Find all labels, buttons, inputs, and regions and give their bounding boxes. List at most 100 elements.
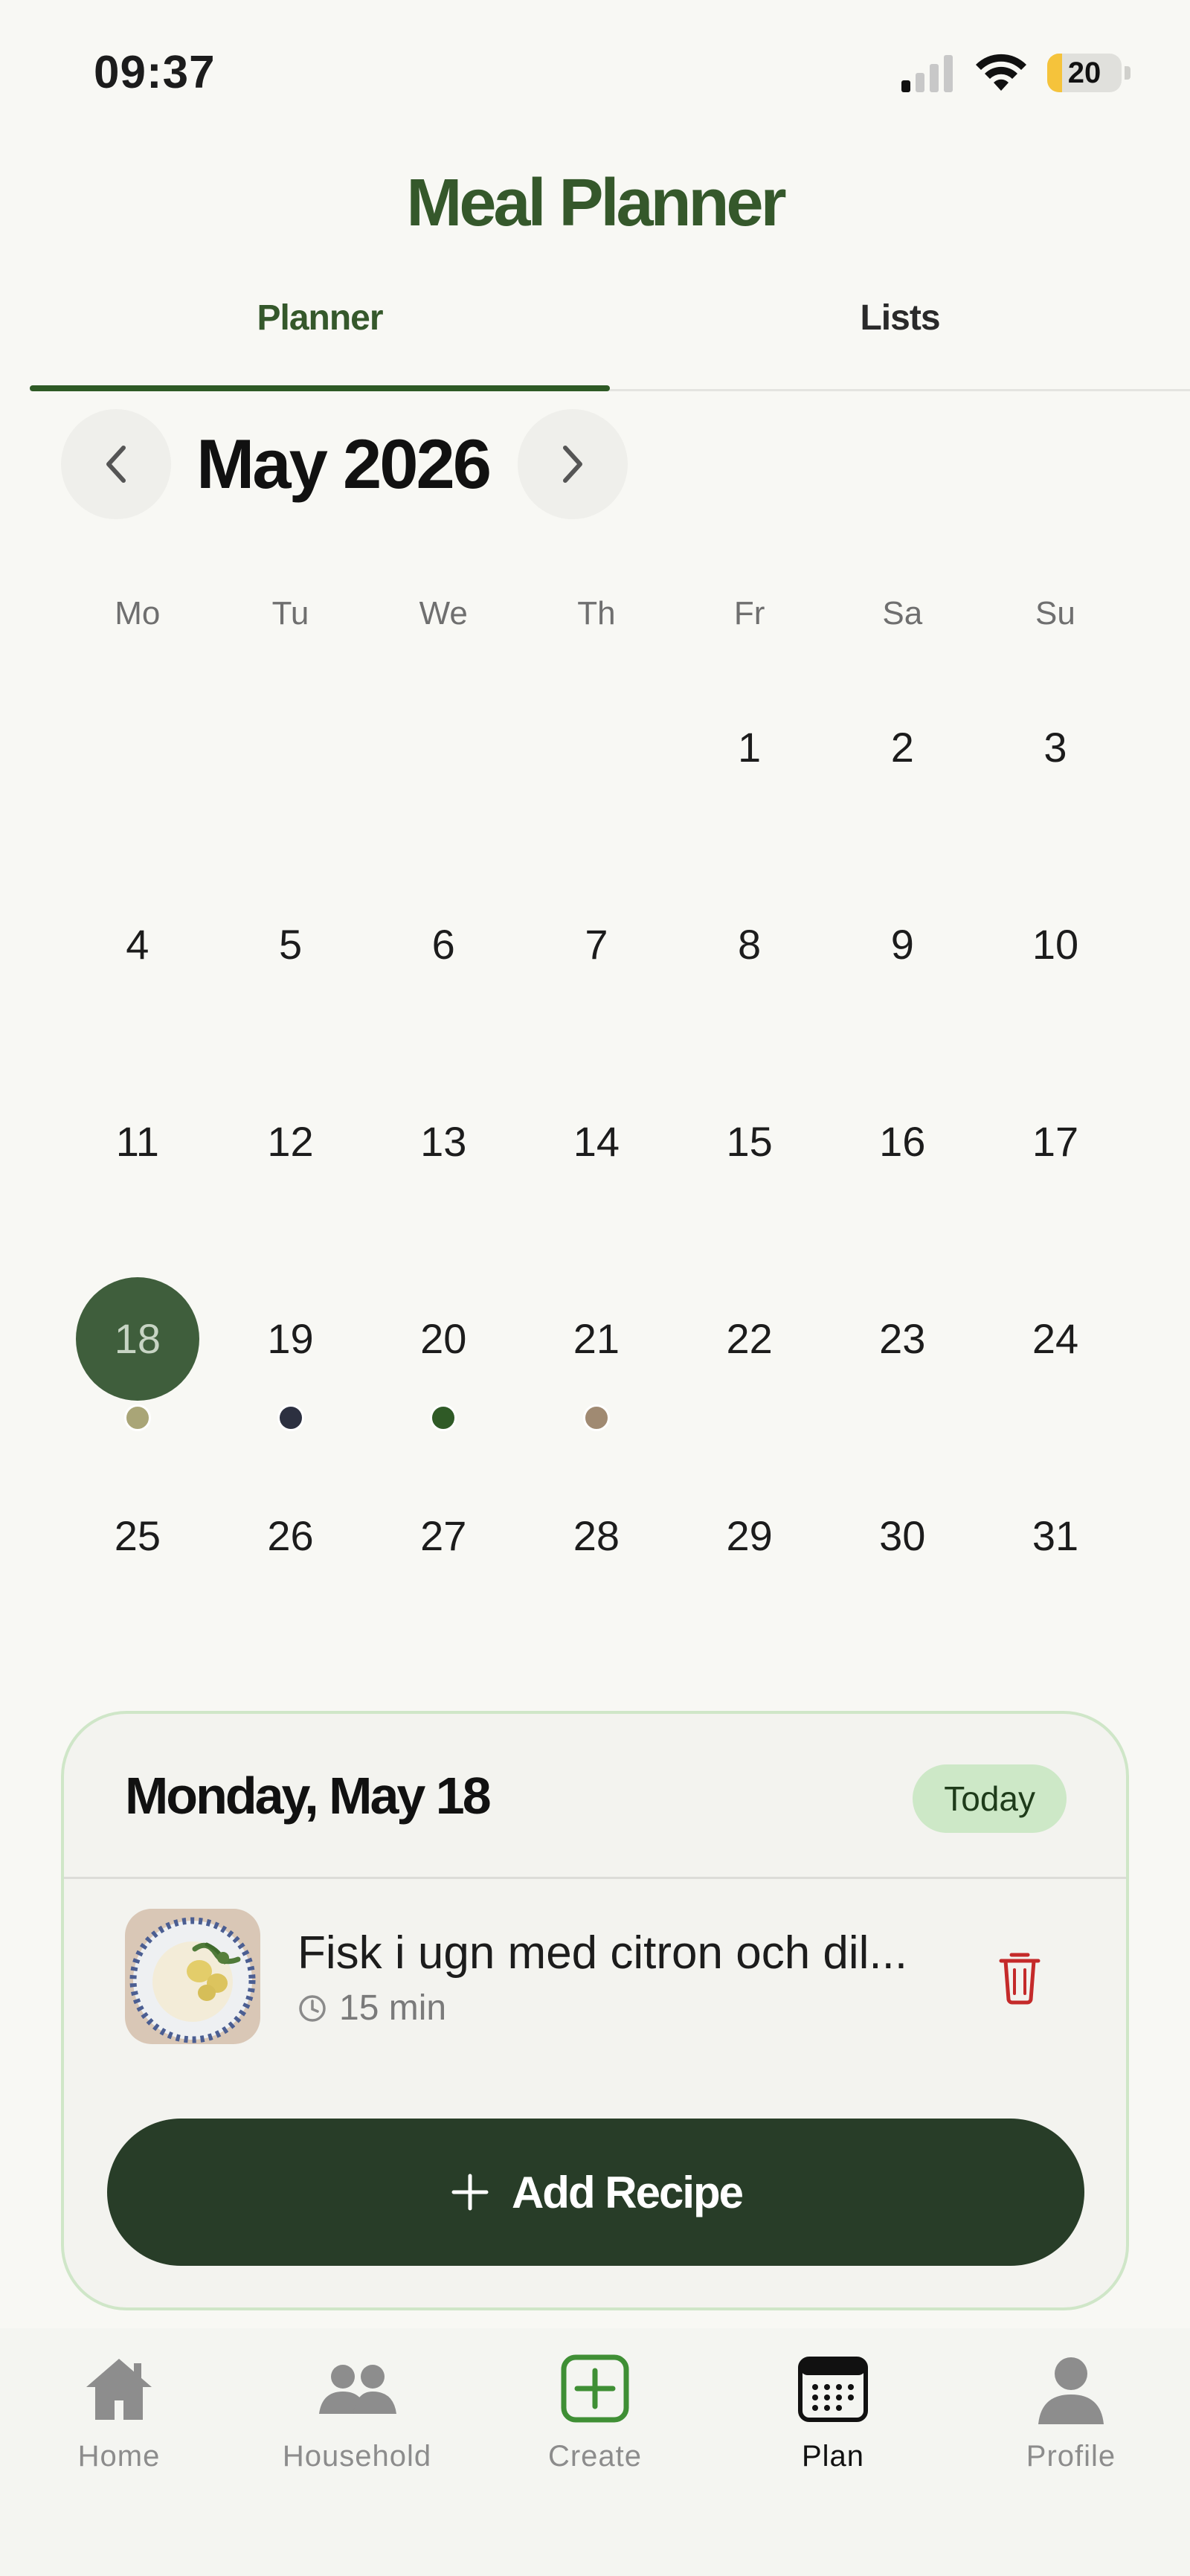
- weekday-label: Su: [1035, 595, 1075, 632]
- calendar-day-22[interactable]: 22: [673, 1265, 826, 1462]
- calendar-day-number: 5: [278, 921, 303, 968]
- weekday-label: Th: [577, 595, 616, 632]
- calendar-day-1[interactable]: 1: [673, 673, 826, 870]
- calendar-day-number: 20: [420, 1315, 467, 1362]
- calendar-day-number: 30: [879, 1512, 926, 1559]
- recipe-duration-label: 15 min: [339, 1988, 447, 2028]
- calendar-day-number: 12: [267, 1118, 314, 1165]
- calendar-day-25[interactable]: 25: [61, 1462, 214, 1659]
- calendar-week-row: 4 5 6 7 8 9 10: [61, 870, 1132, 1067]
- nav-item-home[interactable]: Home: [0, 2328, 238, 2473]
- planned-recipe-item[interactable]: Fisk i ugn med citron och dil... 15 min: [64, 1879, 1126, 2080]
- nav-item-plan[interactable]: Plan: [714, 2328, 952, 2473]
- calendar-week-row: 1 2 3: [61, 673, 1132, 870]
- calendar-day-4[interactable]: 4: [61, 870, 214, 1067]
- calendar-icon: [798, 2357, 868, 2422]
- today-badge: Today: [913, 1764, 1067, 1833]
- calendar-day-number: 8: [738, 921, 762, 968]
- calendar-day-24[interactable]: 24: [979, 1265, 1132, 1462]
- nav-label: Plan: [801, 2440, 865, 2473]
- calendar-day-28[interactable]: 28: [520, 1462, 673, 1659]
- nav-label: Create: [547, 2440, 643, 2473]
- calendar-day-7[interactable]: 7: [520, 870, 673, 1067]
- calendar-day-number: 26: [267, 1512, 314, 1559]
- calendar-day-21[interactable]: 21: [520, 1265, 673, 1462]
- calendar-day-number: 28: [573, 1512, 620, 1559]
- calendar-day-26[interactable]: 26: [214, 1462, 367, 1659]
- next-month-button[interactable]: [518, 409, 628, 519]
- meal-indicator-dot: [123, 1404, 151, 1431]
- calendar-day-number: 7: [585, 921, 608, 968]
- month-navigation: May 2026: [61, 409, 628, 519]
- weekday-header: Mo Tu We Th Fr Sa Su: [61, 595, 1132, 632]
- weekday-label: We: [419, 595, 468, 632]
- calendar-day-2[interactable]: 2: [826, 673, 979, 870]
- tab-lists[interactable]: Lists: [610, 283, 1190, 389]
- calendar-day-27[interactable]: 27: [367, 1462, 520, 1659]
- calendar-day-number: 29: [726, 1512, 773, 1559]
- calendar-day-13[interactable]: 13: [367, 1067, 520, 1265]
- calendar-day-17[interactable]: 17: [979, 1067, 1132, 1265]
- calendar-day-number: 10: [1032, 921, 1079, 968]
- calendar-day-number: 11: [115, 1118, 159, 1165]
- calendar-day-29[interactable]: 29: [673, 1462, 826, 1659]
- calendar-day-number: 18: [75, 1276, 199, 1401]
- recipe-title: Fisk i ugn med citron och dil...: [298, 1927, 908, 1979]
- calendar-day-number: 27: [420, 1512, 467, 1559]
- calendar-day-number: 2: [890, 724, 914, 771]
- calendar-day-18[interactable]: 18: [61, 1265, 214, 1462]
- previous-month-button[interactable]: [61, 409, 171, 519]
- calendar-day-20[interactable]: 20: [367, 1265, 520, 1462]
- calendar-day-empty: [61, 673, 214, 870]
- calendar-day-16[interactable]: 16: [826, 1067, 979, 1265]
- calendar-day-number: 13: [420, 1118, 467, 1165]
- month-label: May 2026: [196, 425, 492, 503]
- nav-item-create[interactable]: Create: [476, 2328, 714, 2473]
- calendar-week-row: 18 19 20 21 22 23 24: [61, 1265, 1132, 1462]
- status-time: 09:37: [94, 47, 216, 98]
- create-icon: [561, 2354, 629, 2423]
- recipe-duration: 15 min: [298, 1988, 446, 2029]
- selected-day-card: Monday, May 18 Today Fisk i ugn med citr…: [61, 1711, 1129, 2310]
- calendar-day-30[interactable]: 30: [826, 1462, 979, 1659]
- wifi-icon: [976, 54, 1026, 91]
- nav-label: Home: [77, 2440, 161, 2473]
- calendar-day-10[interactable]: 10: [979, 870, 1132, 1067]
- calendar-day-8[interactable]: 8: [673, 870, 826, 1067]
- calendar-day-3[interactable]: 3: [979, 673, 1132, 870]
- add-recipe-button[interactable]: Add Recipe: [107, 2119, 1084, 2266]
- weekday-label: Fr: [733, 595, 765, 632]
- calendar-day-number: 17: [1032, 1118, 1079, 1165]
- battery-nub: [1125, 66, 1130, 80]
- nav-item-profile[interactable]: Profile: [952, 2328, 1190, 2473]
- calendar-day-15[interactable]: 15: [673, 1067, 826, 1265]
- calendar-day-14[interactable]: 14: [520, 1067, 673, 1265]
- calendar-day-23[interactable]: 23: [826, 1265, 979, 1462]
- battery-indicator: 20: [1047, 54, 1122, 92]
- calendar-day-6[interactable]: 6: [367, 870, 520, 1067]
- battery-level: 20: [1067, 56, 1101, 89]
- calendar-day-number: 25: [114, 1512, 161, 1559]
- day-card-header: Monday, May 18 Today: [64, 1714, 1126, 1879]
- calendar-grid: 1 2 3 4 5 6 7 8 9 10 11 12 13 14 15 16 17 18 19 20 21 22 23 24 2…: [61, 673, 1132, 1659]
- cellular-signal-icon: [901, 55, 953, 92]
- weekday-label: Tu: [271, 595, 309, 632]
- calendar-day-number: 14: [573, 1118, 620, 1165]
- calendar-week-row: 25 26 27 28 29 30 31: [61, 1462, 1132, 1659]
- selected-date-label: Monday, May 18: [125, 1767, 492, 1825]
- nav-item-household[interactable]: Household: [238, 2328, 476, 2473]
- calendar-day-9[interactable]: 9: [826, 870, 979, 1067]
- plus-icon: [451, 2174, 489, 2211]
- bottom-navigation: Home Household Create Plan Profile: [0, 2328, 1190, 2576]
- calendar-day-31[interactable]: 31: [979, 1462, 1132, 1659]
- calendar-day-12[interactable]: 12: [214, 1067, 367, 1265]
- calendar-day-19[interactable]: 19: [214, 1265, 367, 1462]
- calendar-day-5[interactable]: 5: [214, 870, 367, 1067]
- calendar-day-11[interactable]: 11: [61, 1067, 214, 1265]
- tab-planner[interactable]: Planner: [30, 283, 610, 391]
- nav-label: Profile: [1026, 2440, 1116, 2473]
- nav-label: Household: [282, 2440, 432, 2473]
- chevron-left-icon: [106, 446, 126, 483]
- calendar-day-number: 1: [738, 724, 762, 771]
- delete-recipe-button[interactable]: [994, 1947, 1046, 2007]
